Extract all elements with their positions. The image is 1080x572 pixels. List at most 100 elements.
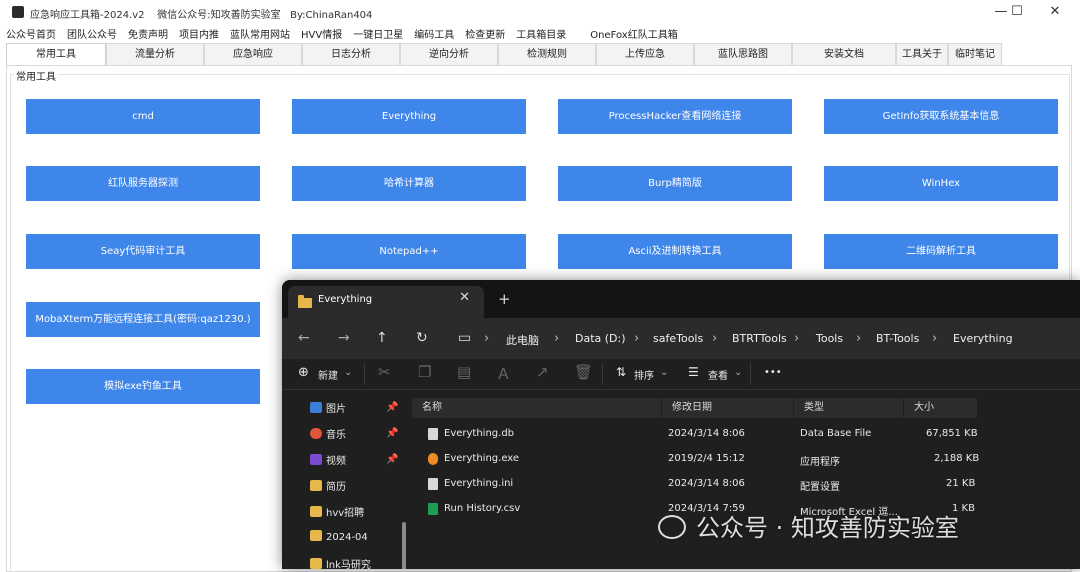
search-exe-icon bbox=[428, 453, 438, 465]
file-row[interactable]: Everything.ini 2024/3/14 8:06 配置设置 21 KB bbox=[422, 472, 1078, 497]
tool-button-processhacker[interactable]: ProcessHacker查看网络连接 bbox=[558, 99, 792, 134]
tool-button-everything[interactable]: Everything bbox=[292, 99, 526, 134]
view-icon: ☰ bbox=[688, 365, 699, 379]
sort-button[interactable]: 排序 bbox=[634, 367, 654, 382]
up-icon[interactable]: ↑ bbox=[376, 330, 388, 346]
file-date: 2019/2/4 15:12 bbox=[668, 453, 745, 464]
breadcrumb-item[interactable]: 此电脑 bbox=[506, 332, 539, 348]
menu-item[interactable]: 公众号首页 bbox=[6, 26, 56, 42]
tool-button-phishing-exe[interactable]: 模拟exe钓鱼工具 bbox=[26, 369, 260, 404]
breadcrumb-item[interactable]: safeTools bbox=[653, 332, 703, 345]
nav-item-videos[interactable]: 视频 bbox=[310, 452, 346, 472]
maximize-button[interactable]: ☐ bbox=[1002, 3, 1032, 21]
tab-install-docs[interactable]: 安装文档 bbox=[792, 43, 896, 65]
pin-icon[interactable]: 📌 bbox=[386, 428, 398, 439]
tab-log-analysis[interactable]: 日志分析 bbox=[302, 43, 400, 65]
new-tab-icon[interactable]: + bbox=[498, 290, 511, 308]
tool-button-qrcode[interactable]: 二维码解析工具 bbox=[824, 234, 1058, 269]
new-plus-icon: ⊕ bbox=[298, 365, 309, 380]
menu-bar: 公众号首页 团队公众号 免责声明 项目内推 蓝队常用网站 HVV情报 一键日卫星… bbox=[6, 26, 689, 42]
back-icon[interactable]: ← bbox=[298, 330, 310, 346]
file-name: Everything.ini bbox=[444, 478, 514, 489]
tool-button-redteam-probe[interactable]: 红队服务器探测 bbox=[26, 166, 260, 201]
forward-icon[interactable]: → bbox=[338, 330, 350, 346]
breadcrumb-item[interactable]: Data (D:) bbox=[575, 332, 626, 345]
menu-item[interactable]: 检查更新 bbox=[465, 26, 505, 42]
share-icon[interactable]: ↗ bbox=[536, 363, 549, 381]
refresh-icon[interactable]: ↻ bbox=[416, 330, 428, 346]
nav-item-pictures[interactable]: 图片 bbox=[310, 400, 346, 420]
tab-strip: 常用工具 流量分析 应急响应 日志分析 逆向分析 检测规则 上传应急 蓝队思路图… bbox=[6, 43, 1006, 67]
breadcrumb-item[interactable]: Tools bbox=[816, 332, 843, 345]
menu-item[interactable]: HVV情报 bbox=[301, 26, 342, 42]
chevron-down-icon: ⌄ bbox=[734, 367, 743, 378]
tab-incident-response[interactable]: 应急响应 bbox=[204, 43, 302, 65]
menu-item[interactable]: 免责声明 bbox=[128, 26, 168, 42]
breadcrumb-item[interactable]: BT-Tools bbox=[876, 332, 919, 345]
file-icon bbox=[428, 428, 438, 440]
menu-item[interactable]: 工具箱目录 bbox=[516, 26, 566, 42]
tool-button-getinfo[interactable]: GetInfo获取系统基本信息 bbox=[824, 99, 1058, 134]
paste-icon[interactable]: ▤ bbox=[457, 363, 471, 381]
divider bbox=[364, 363, 365, 385]
chevron-right-icon: › bbox=[554, 331, 560, 346]
breadcrumb-item[interactable]: Everything bbox=[953, 332, 1013, 345]
view-button[interactable]: 查看 bbox=[708, 367, 728, 382]
tool-button-mobaxterm[interactable]: MobaXterm万能远程连接工具(密码:qaz1230.) bbox=[26, 302, 260, 337]
nav-item-folder[interactable]: hvv招聘 bbox=[310, 504, 364, 524]
tool-button-seay[interactable]: Seay代码审计工具 bbox=[26, 234, 260, 269]
tab-detection-rules[interactable]: 检测规则 bbox=[498, 43, 596, 65]
column-header-type[interactable]: 类型 bbox=[794, 398, 904, 418]
file-size: 21 KB bbox=[946, 478, 976, 489]
tool-button-burp[interactable]: Burp精简版 bbox=[558, 166, 792, 201]
copy-icon[interactable]: ❐ bbox=[418, 363, 431, 381]
nav-item-music[interactable]: 音乐 bbox=[310, 426, 346, 446]
pin-icon[interactable]: 📌 bbox=[386, 454, 398, 465]
menu-item[interactable]: 一键日卫星 bbox=[353, 26, 403, 42]
more-options-button[interactable]: ••• bbox=[764, 367, 782, 378]
tab-reverse-analysis[interactable]: 逆向分析 bbox=[400, 43, 498, 65]
tab-notes[interactable]: 临时笔记 bbox=[948, 43, 1002, 65]
nav-item-folder[interactable]: 简历 bbox=[310, 478, 346, 498]
tool-button-hash-calculator[interactable]: 哈希计算器 bbox=[292, 166, 526, 201]
tool-button-notepadpp[interactable]: Notepad++ bbox=[292, 234, 526, 269]
tab-about[interactable]: 工具关于 bbox=[896, 43, 948, 65]
tool-button-ascii[interactable]: Ascii及进制转换工具 bbox=[558, 234, 792, 269]
close-button[interactable]: ✕ bbox=[1040, 3, 1070, 21]
scrollbar[interactable] bbox=[402, 522, 406, 569]
menu-item[interactable]: 项目内推 bbox=[179, 26, 219, 42]
close-tab-icon[interactable]: ✕ bbox=[459, 290, 470, 305]
breadcrumb-item[interactable]: BTRTTools bbox=[732, 332, 787, 345]
file-row[interactable]: Everything.exe 2019/2/4 15:12 应用程序 2,188… bbox=[422, 447, 1078, 472]
divider bbox=[602, 363, 603, 385]
nav-item-folder[interactable]: lnk马研究 bbox=[310, 556, 371, 569]
chevron-down-icon: ⌄ bbox=[660, 367, 669, 378]
folder-icon bbox=[310, 480, 322, 491]
menu-item[interactable]: OneFox红队工具箱 bbox=[590, 26, 678, 42]
explorer-tab[interactable]: Everything ✕ bbox=[288, 286, 484, 318]
nav-item-folder[interactable]: 2024-04 bbox=[310, 530, 368, 550]
chevron-right-icon: › bbox=[484, 331, 490, 346]
monitor-icon[interactable]: ▭ bbox=[458, 330, 471, 346]
tab-traffic-analysis[interactable]: 流量分析 bbox=[106, 43, 204, 65]
tab-blue-team-map[interactable]: 蓝队思路图 bbox=[694, 43, 792, 65]
file-row[interactable]: Everything.db 2024/3/14 8:06 Data Base F… bbox=[422, 422, 1078, 447]
menu-item[interactable]: 团队公众号 bbox=[67, 26, 117, 42]
column-header-date[interactable]: 修改日期 bbox=[662, 398, 794, 418]
chevron-right-icon: › bbox=[634, 331, 640, 346]
column-header-size[interactable]: 大小 bbox=[904, 398, 978, 418]
menu-item[interactable]: 编码工具 bbox=[414, 26, 454, 42]
column-header-name[interactable]: 名称 bbox=[412, 398, 662, 418]
cut-icon[interactable]: ✂ bbox=[378, 363, 391, 381]
pin-icon[interactable]: 📌 bbox=[386, 402, 398, 413]
menu-item[interactable]: 蓝队常用网站 bbox=[230, 26, 290, 42]
delete-icon[interactable]: 🗑 bbox=[574, 363, 593, 381]
new-button[interactable]: 新建 bbox=[318, 367, 338, 382]
tool-button-cmd[interactable]: cmd bbox=[26, 99, 260, 134]
chevron-right-icon: › bbox=[794, 331, 800, 346]
tab-common-tools[interactable]: 常用工具 bbox=[6, 43, 106, 67]
tab-upload[interactable]: 上传应急 bbox=[596, 43, 694, 65]
excel-icon bbox=[428, 503, 438, 515]
tool-button-winhex[interactable]: WinHex bbox=[824, 166, 1058, 201]
rename-icon[interactable]: Ａ bbox=[496, 363, 511, 384]
